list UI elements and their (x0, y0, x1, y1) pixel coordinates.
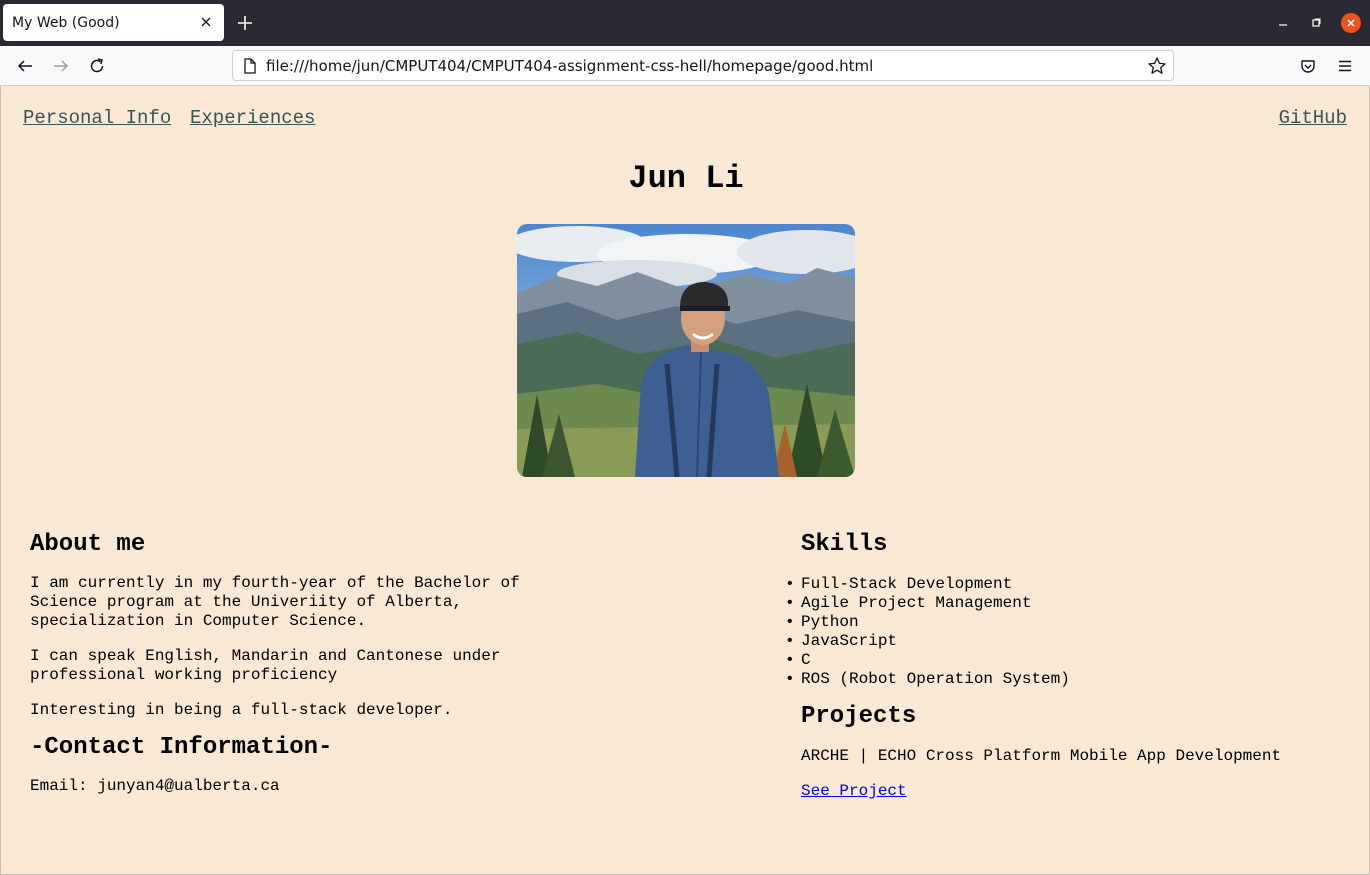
list-item: JavaScript (785, 632, 1341, 651)
tab-strip: My Web (Good) (0, 0, 1370, 46)
reload-icon[interactable] (86, 55, 108, 77)
pocket-icon[interactable] (1297, 55, 1319, 77)
url-text[interactable]: file:///home/jun/CMPUT404/CMPUT404-assig… (266, 57, 873, 75)
list-item: Agile Project Management (785, 594, 1341, 613)
tab-close-icon[interactable] (197, 13, 215, 31)
about-paragraph: Interesting in being a full-stack develo… (30, 701, 453, 719)
see-project-link[interactable]: See Project (801, 782, 907, 800)
contact-email: Email: junyan4@ualberta.ca (30, 777, 280, 795)
contact-heading: -Contact Information- (30, 734, 333, 761)
address-bar[interactable]: file:///home/jun/CMPUT404/CMPUT404-assig… (232, 50, 1174, 81)
bookmark-star-icon[interactable] (1147, 56, 1167, 76)
nav-link-experiences[interactable]: Experiences (190, 107, 315, 129)
tab-title: My Web (Good) (12, 14, 120, 31)
list-item: Full-Stack Development (785, 575, 1341, 594)
about-paragraph: I am currently in my fourth-year of the … (30, 574, 520, 630)
browser-tab[interactable]: My Web (Good) (3, 4, 224, 41)
profile-photo (517, 224, 855, 477)
minimize-icon[interactable] (1273, 13, 1293, 33)
project-title: ARCHE | ECHO Cross Platform Mobile App D… (801, 747, 1282, 765)
page-icon (244, 58, 256, 74)
window-close-icon[interactable] (1341, 13, 1361, 33)
browser-toolbar: file:///home/jun/CMPUT404/CMPUT404-assig… (0, 46, 1370, 86)
projects-heading: Projects (801, 703, 917, 730)
skills-section: Skills Full-Stack Development Agile Proj… (785, 530, 1341, 801)
list-item: Python (785, 613, 1341, 632)
nav-link-github[interactable]: GitHub (1279, 107, 1347, 129)
about-section: About me I am currently in my fourth-yea… (30, 530, 520, 796)
web-page: Personal Info Experiences GitHub Jun Li (0, 86, 1370, 875)
about-paragraph: I can speak English, Mandarin and Canton… (30, 647, 501, 684)
back-icon[interactable] (14, 55, 36, 77)
list-item: C (785, 651, 1341, 670)
about-heading: About me (30, 531, 146, 558)
restore-icon[interactable] (1306, 13, 1326, 33)
forward-icon[interactable] (50, 55, 72, 77)
menu-icon[interactable] (1334, 55, 1356, 77)
list-item: ROS (Robot Operation System) (785, 670, 1341, 689)
nav-link-personal-info[interactable]: Personal Info (23, 107, 171, 129)
new-tab-icon[interactable] (234, 12, 256, 34)
skills-heading: Skills (801, 531, 888, 558)
skills-list: Full-Stack Development Agile Project Man… (785, 575, 1341, 689)
page-title: Jun Li (628, 160, 744, 197)
